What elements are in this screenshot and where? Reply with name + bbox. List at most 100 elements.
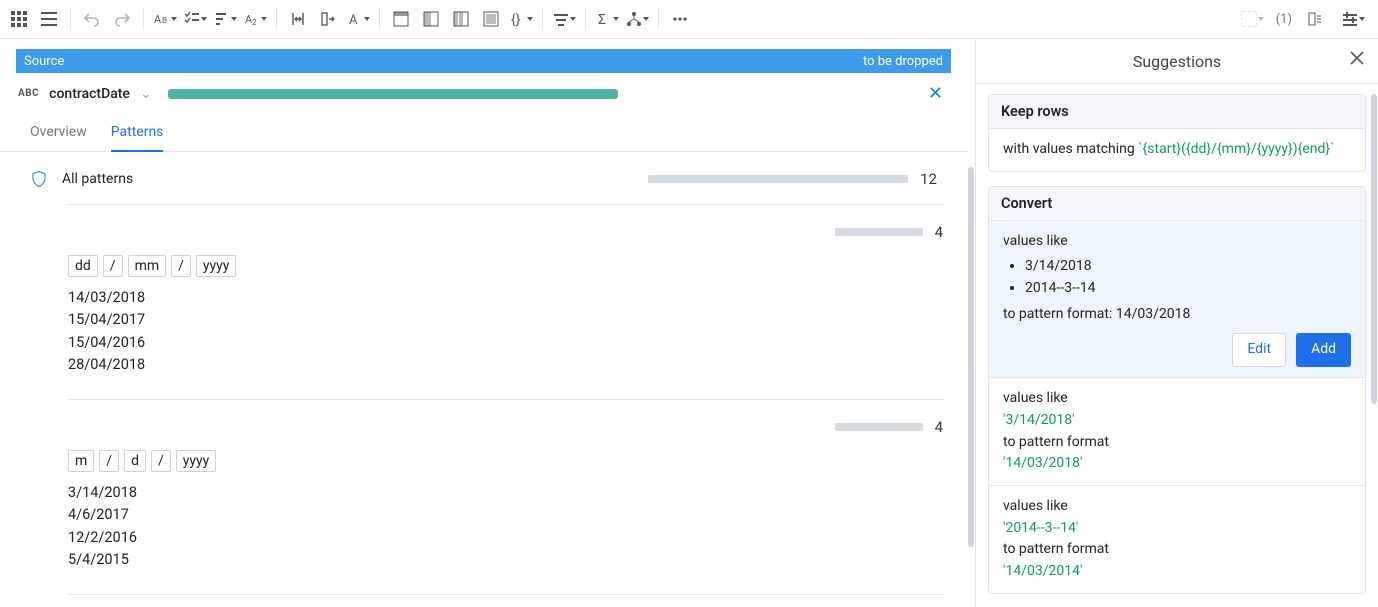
text-transform-icon[interactable]: A bbox=[343, 5, 373, 33]
token: dd bbox=[68, 255, 98, 277]
toolbar: AB A2 A {} Σ (1) bbox=[0, 0, 1378, 39]
grid-view-icon[interactable] bbox=[4, 5, 34, 33]
svg-text:Σ: Σ bbox=[598, 12, 606, 27]
list-view-icon[interactable] bbox=[34, 5, 64, 33]
add-button[interactable]: Add bbox=[1296, 333, 1351, 367]
sort-icon[interactable] bbox=[210, 5, 240, 33]
card-head-convert: Convert bbox=[989, 187, 1365, 221]
redo-icon[interactable] bbox=[107, 5, 137, 33]
extract-icon[interactable] bbox=[313, 5, 343, 33]
close-icon[interactable] bbox=[1350, 51, 1364, 69]
target-box-icon[interactable] bbox=[1238, 5, 1268, 33]
convert-row-2[interactable]: values like '3/14/2018' to pattern forma… bbox=[989, 378, 1365, 486]
card-keep-rows: Keep rows with values matching `{start}(… bbox=[988, 94, 1366, 172]
content-scrollbar[interactable] bbox=[967, 39, 975, 607]
recipe-icon[interactable] bbox=[1300, 5, 1330, 33]
svg-text:B: B bbox=[162, 16, 167, 25]
values-like-label: values like bbox=[1003, 496, 1351, 518]
keep-pattern: `{start}({dd}/{mm}/{yyyy}){end}` bbox=[1138, 141, 1334, 157]
hierarchy-icon[interactable] bbox=[622, 5, 652, 33]
token: d bbox=[124, 450, 146, 472]
keep-text: with values matching bbox=[1003, 141, 1138, 157]
type-badge: ABC bbox=[18, 88, 39, 99]
undo-icon[interactable] bbox=[77, 5, 107, 33]
svg-text:A: A bbox=[349, 13, 358, 27]
checklist-icon[interactable] bbox=[180, 5, 210, 33]
filter-icon[interactable] bbox=[549, 5, 579, 33]
source-bar: Source to be dropped bbox=[16, 49, 951, 73]
card-convert: Convert values like 3/14/2018 2014--3--1… bbox=[988, 186, 1366, 594]
token: / bbox=[171, 255, 191, 277]
pattern-block[interactable]: 4m/d/yyyy3/14/20184/6/201712/2/20165/4/2… bbox=[68, 399, 943, 594]
pattern-value: 3/14/2018 bbox=[68, 482, 943, 504]
all-patterns-count: 12 bbox=[920, 170, 937, 188]
chevron-down-icon[interactable]: ⌄ bbox=[140, 86, 152, 102]
close-column-icon[interactable]: ✕ bbox=[922, 83, 949, 104]
token: / bbox=[103, 255, 123, 277]
card-head-keep: Keep rows bbox=[989, 95, 1365, 129]
all-patterns-label: All patterns bbox=[62, 171, 133, 187]
pattern-value: 15/04/2016 bbox=[68, 332, 943, 354]
patterns-area: All patterns 12 4dd/mm/yyyy14/03/201815/… bbox=[0, 152, 967, 607]
bullet-1: 3/14/2018 bbox=[1025, 256, 1351, 278]
pattern-values: 3/14/20184/6/201712/2/20165/4/2015 bbox=[68, 482, 943, 572]
settings-icon[interactable] bbox=[1338, 5, 1368, 33]
cols-4-icon[interactable] bbox=[476, 5, 506, 33]
tab-overview[interactable]: Overview bbox=[30, 124, 87, 151]
convert-row-1[interactable]: values like 3/14/2018 2014--3--14 to pat… bbox=[989, 221, 1365, 378]
token: mm bbox=[128, 255, 167, 277]
all-patterns-bar bbox=[648, 175, 908, 183]
merge-icon[interactable] bbox=[283, 5, 313, 33]
cols-1-icon[interactable] bbox=[386, 5, 416, 33]
source-drop-label: to be dropped bbox=[863, 54, 943, 69]
convert-r2-target: '14/03/2018' bbox=[1003, 453, 1351, 475]
to-value: 14/03/2018 bbox=[1116, 306, 1191, 322]
cols-2-icon[interactable] bbox=[416, 5, 446, 33]
pattern-bar bbox=[835, 228, 923, 236]
convert-r2-example: '3/14/2018' bbox=[1003, 410, 1351, 432]
token: m bbox=[68, 450, 94, 472]
cols-3-icon[interactable] bbox=[446, 5, 476, 33]
suggestions-panel: Suggestions Keep rows with values matchi… bbox=[975, 39, 1378, 607]
pattern-tokens: dd/mm/yyyy bbox=[68, 255, 943, 277]
bullet-2: 2014--3--14 bbox=[1025, 278, 1351, 300]
pattern-count: 4 bbox=[935, 418, 943, 436]
pattern-value: 14/03/2018 bbox=[68, 287, 943, 309]
split-column-icon[interactable]: AB bbox=[150, 5, 180, 33]
convert-bullets: 3/14/2018 2014--3--14 bbox=[1025, 256, 1351, 299]
pattern-values: 14/03/201815/04/201715/04/201628/04/2018 bbox=[68, 287, 943, 377]
tab-patterns[interactable]: Patterns bbox=[111, 124, 164, 152]
all-patterns-row[interactable]: All patterns 12 bbox=[24, 166, 943, 204]
token: yyyy bbox=[196, 255, 237, 277]
sum-icon[interactable]: Σ bbox=[592, 5, 622, 33]
pattern-tokens: m/d/yyyy bbox=[68, 450, 943, 472]
svg-text:{}: {} bbox=[511, 12, 521, 27]
convert-row-3[interactable]: values like '2014--3--14' to pattern for… bbox=[989, 486, 1365, 593]
svg-text:2: 2 bbox=[252, 18, 257, 27]
pattern-block[interactable]: 4dd/mm/yyyy14/03/201815/04/201715/04/201… bbox=[68, 204, 943, 399]
values-like-label: values like bbox=[1003, 388, 1351, 410]
convert-r2-to: to pattern format bbox=[1003, 432, 1351, 454]
pattern-value: 5/4/2015 bbox=[68, 549, 943, 571]
pattern-value: 28/04/2018 bbox=[68, 354, 943, 376]
token: yyyy bbox=[176, 450, 217, 472]
svg-text:A: A bbox=[154, 13, 162, 26]
convert-r3-example: '2014--3--14' bbox=[1003, 518, 1351, 540]
more-icon[interactable] bbox=[665, 5, 695, 33]
token: / bbox=[151, 450, 171, 472]
keep-row[interactable]: with values matching `{start}({dd}/{mm}/… bbox=[989, 129, 1365, 171]
pattern-bar bbox=[835, 423, 923, 431]
source-label: Source bbox=[24, 54, 64, 69]
braces-icon[interactable]: {} bbox=[506, 5, 536, 33]
column-header-row: ABC contractDate ⌄ ✕ bbox=[0, 73, 967, 110]
pattern-block[interactable]: 4yyyy--m--dd2014--3--142017--6--12 bbox=[68, 594, 943, 607]
tab-bar: Overview Patterns bbox=[0, 124, 967, 152]
to-prefix: to pattern format: bbox=[1003, 306, 1116, 322]
panel-scrollbar[interactable] bbox=[1371, 94, 1377, 404]
format-icon[interactable]: A2 bbox=[240, 5, 270, 33]
quality-bar bbox=[168, 89, 618, 99]
column-name: contractDate bbox=[49, 86, 130, 102]
edit-button[interactable]: Edit bbox=[1232, 333, 1286, 367]
values-like-label: values like bbox=[1003, 231, 1351, 253]
token: / bbox=[99, 450, 119, 472]
